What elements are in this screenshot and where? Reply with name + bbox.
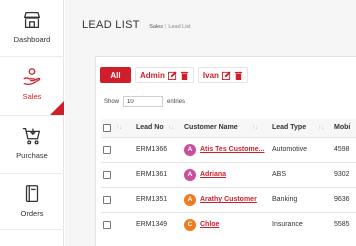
sidebar-item-dashboard[interactable]: Dashboard [0,0,64,57]
table-row: ERM1349 C Chloe Insurance 5585 [101,211,356,237]
customer-cell: A Atis Tes Custome... [184,136,272,162]
filter-chip-row: All Admin Ivan [100,67,248,84]
sidebar: Dashboard Sales Purchase Orders [0,0,64,246]
table-row: ERM1351 A Arathy Customer Banking 9636 [101,186,356,212]
sidebar-item-purchase[interactable]: Purchase [0,116,64,174]
breadcrumb-sales[interactable]: Sales [149,24,163,30]
customer-link[interactable]: Chloe [200,221,219,228]
sidebar-item-orders[interactable]: Orders [0,174,64,230]
customer-link[interactable]: Atis Tes Custome... [200,146,264,153]
lead-type-cell: Insurance [272,211,334,237]
customer-cell: A Arathy Customer [184,186,272,212]
lead-type-cell: Automotive [272,136,334,162]
row-select-cell [101,186,114,212]
customer-cell: A Adriana [184,161,272,187]
row-spacer-cell [114,211,136,237]
trash-icon[interactable] [180,71,189,80]
mobile-cell: 5585 [334,211,356,237]
column-header-customer-name[interactable]: Customer Name ↑↓ [184,119,272,137]
table-header-row: ↑↓ Lead No ↑↓ Customer Name ↑↓ Lead Type ↑↓… [101,119,356,137]
avatar: A [184,168,196,181]
table-row: ERM1366 A Atis Tes Custome... Automotive… [101,136,356,162]
active-indicator [50,101,64,115]
lead-type-cell: Banking [272,186,334,212]
lead-type-cell: ABS [272,161,334,187]
sidebar-item-label: Orders [20,209,44,218]
lead-no-cell: ERM1351 [136,186,184,212]
sidebar-item-label: Dashboard [13,35,51,44]
select-all-checkbox[interactable] [103,123,111,132]
select-all-cell [101,119,114,137]
column-header-lead-no[interactable]: Lead No ↑↓ [136,119,184,137]
filter-chip-ivan[interactable]: Ivan [197,67,248,83]
sidebar-item-label: Sales [22,92,42,101]
entries-count-input[interactable] [123,96,164,107]
show-entries: Show entries [104,96,185,107]
breadcrumb-separator: | [164,24,167,30]
lead-list-card: All Admin Ivan Show entries ↑↓ Lead No↑↓… [95,56,356,246]
row-spacer-cell [114,161,136,187]
sidebar-item-more[interactable] [0,230,64,246]
filter-chip-label: Admin [140,70,165,80]
avatar: A [184,193,196,206]
lead-no-cell: ERM1366 [136,136,184,162]
row-checkbox[interactable] [103,145,111,154]
column-label: Lead No [136,124,164,132]
row-select-cell [101,161,114,187]
sort-icon: ↑↓ [318,125,325,132]
book-icon [25,185,39,202]
column-header-lead-type[interactable]: Lead Type ↑↓ [272,119,334,137]
edit-icon[interactable] [167,70,177,80]
cart-icon [22,128,41,145]
customer-link[interactable]: Arathy Customer [200,196,257,203]
mobile-cell: 4598 [334,136,356,162]
column-label: Customer Name [184,124,238,132]
sort-icon: ↑↓ [116,125,122,132]
lead-table: ↑↓ Lead No ↑↓ Customer Name ↑↓ Lead Type ↑↓… [101,119,356,237]
row-spacer-cell [114,186,136,212]
lead-no-cell: ERM1349 [136,211,184,237]
filter-all-button[interactable]: All [100,67,131,83]
sidebar-item-sales[interactable]: Sales [0,57,64,116]
row-select-cell [101,211,114,237]
row-checkbox[interactable] [103,220,111,229]
row-checkbox[interactable] [103,195,111,204]
filter-chip-label: Ivan [202,70,219,80]
row-checkbox[interactable] [103,170,111,179]
sort-icon: ↑↓ [251,125,258,132]
sort-header[interactable]: ↑↓ [114,119,136,137]
row-select-cell [101,136,114,162]
column-label: Lead Type [272,124,307,132]
show-label: Show [104,98,120,105]
column-label: Mobi [334,124,351,132]
store-icon [23,12,41,28]
avatar: A [184,143,196,156]
page-title: LEAD LIST [82,19,140,31]
sort-icon: ↑↓ [167,125,174,132]
lead-no-cell: ERM1361 [136,161,184,187]
row-spacer-cell [114,136,136,162]
customer-cell: C Chloe [184,211,272,237]
header: LEAD LIST Sales | Lead List [82,15,191,33]
breadcrumb-lead-list: Lead List [168,24,191,30]
sales-hand-icon [23,68,41,85]
trash-icon[interactable] [234,71,243,80]
edit-icon[interactable] [221,70,231,80]
column-header-mobile[interactable]: Mobi [334,119,356,137]
mobile-cell: 9636 [334,186,356,212]
mobile-cell: 9302 [334,161,356,187]
filter-chip-admin[interactable]: Admin [135,67,194,83]
table-row: ERM1361 A Adriana ABS 9302 [101,161,356,187]
sidebar-item-label: Purchase [16,151,48,160]
avatar: C [184,218,196,231]
customer-link[interactable]: Adriana [200,171,226,178]
entries-label: entries [167,98,186,105]
